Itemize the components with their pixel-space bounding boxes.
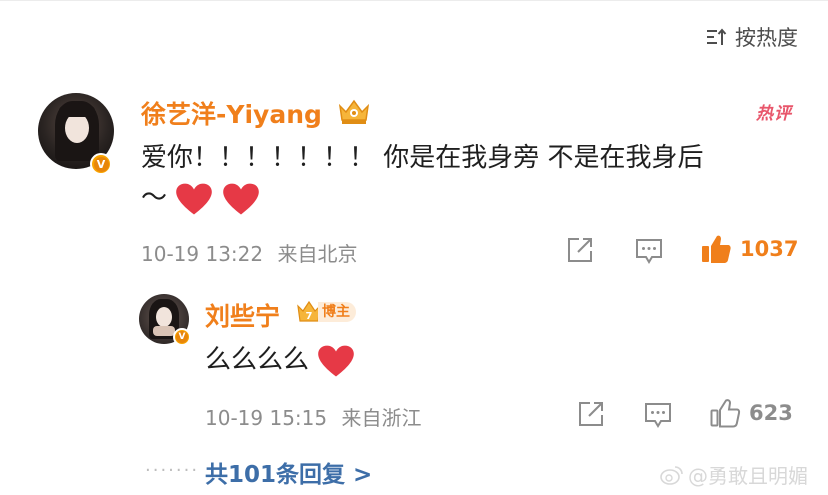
commenter-avatar-wrap[interactable]: V xyxy=(38,93,114,179)
reply-thread-dots: ······· xyxy=(145,460,200,481)
replier-avatar-wrap[interactable]: V xyxy=(139,294,193,348)
comment-like-button[interactable]: 1037 xyxy=(700,233,798,265)
comment-icon[interactable] xyxy=(644,402,672,428)
reply-time: 10-19 15:15 xyxy=(205,406,328,430)
thumbs-up-filled-icon xyxy=(702,235,731,263)
comment-like-count: 1037 xyxy=(740,237,799,261)
blogger-badge: 7 博主 xyxy=(296,300,356,323)
thumbs-up-icon xyxy=(710,399,741,428)
crown-badge-icon xyxy=(338,99,370,124)
sort-label: 按热度 xyxy=(735,26,798,50)
share-icon[interactable] xyxy=(577,400,605,428)
comment-meta: 10-19 13:22 来自北京 xyxy=(141,238,357,267)
comment-location: 来自北京 xyxy=(277,242,358,266)
reply-meta: 10-19 15:15 来自浙江 xyxy=(205,402,421,431)
reply-like-count: 623 xyxy=(749,401,793,425)
verified-badge-icon: V xyxy=(173,328,191,346)
reply-like-button[interactable]: 623 xyxy=(709,397,793,429)
commenter-username[interactable]: 徐艺洋-Yiyang xyxy=(141,95,322,131)
blogger-tag: 博主 xyxy=(318,302,356,322)
comment-text-line1: 爱你！！！！！！！ 你是在我身旁 不是在我身后 xyxy=(141,143,704,173)
watermark-text: @勇敢且明媚 xyxy=(688,464,808,488)
heart-emoji-icon xyxy=(176,183,213,214)
comment-text: 爱你！！！！！！！ 你是在我身旁 不是在我身后 ～ xyxy=(141,138,704,218)
sort-icon xyxy=(707,28,727,45)
share-icon[interactable] xyxy=(566,236,594,264)
heart-emoji-icon xyxy=(222,183,259,214)
top-divider xyxy=(0,0,828,1)
badge-level: 7 xyxy=(306,311,313,322)
sort-by-hot-button[interactable]: 按热度 xyxy=(705,22,798,52)
reply-location: 来自浙江 xyxy=(341,406,422,430)
comment-text-line2: ～ xyxy=(141,183,168,213)
heart-emoji-icon xyxy=(318,345,355,376)
comment-time: 10-19 13:22 xyxy=(141,242,264,266)
reply-text: 么么么么 xyxy=(205,340,355,380)
verified-badge-icon: V xyxy=(90,153,112,175)
more-replies-link[interactable]: 共101条回复 > xyxy=(205,455,372,489)
comment-icon[interactable] xyxy=(635,238,663,264)
watermark: @勇敢且明媚 xyxy=(660,460,808,489)
replier-username[interactable]: 刘些宁 xyxy=(205,297,280,333)
hot-comment-tag: 热评 xyxy=(756,104,792,124)
reply-text-content: 么么么么 xyxy=(205,345,310,375)
weibo-logo-icon xyxy=(660,465,683,485)
